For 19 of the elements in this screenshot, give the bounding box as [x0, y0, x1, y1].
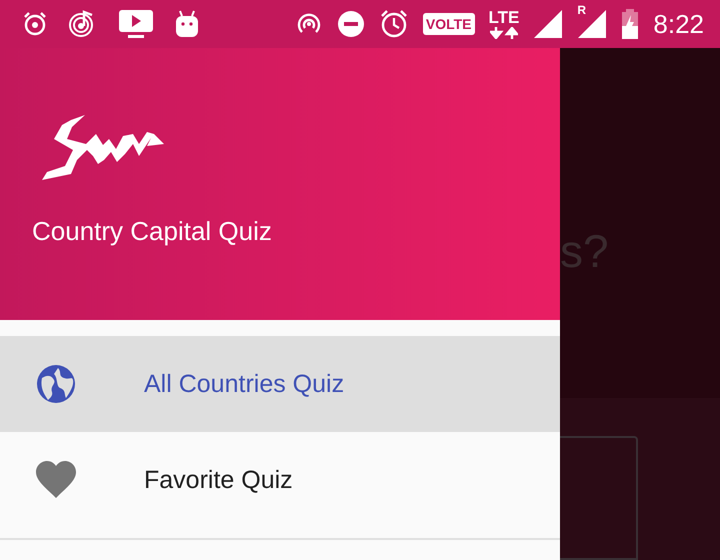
logo-icon: [41, 114, 165, 182]
answer-option[interactable]: [560, 436, 638, 560]
clock-time: 8:22: [653, 8, 704, 40]
globe-icon: [36, 364, 76, 404]
roaming-indicator: R: [577, 3, 586, 17]
drawer-menu-item[interactable]: All Countries Quiz: [0, 336, 560, 432]
volte-badge: VOLTE: [422, 13, 475, 35]
do-not-disturb-icon: [336, 10, 365, 38]
drawer-menu-item[interactable]: Favorite Quiz: [0, 432, 560, 528]
android-icon: [174, 10, 200, 38]
tv-play-icon: [118, 9, 154, 39]
battery-charging-icon: [621, 9, 640, 39]
heart-icon: [36, 461, 76, 499]
alarm-clock-icon: [22, 11, 48, 37]
signal-icon: [533, 9, 564, 39]
alarm-clock-icon: [378, 9, 409, 39]
network-type: LTE: [488, 9, 520, 27]
data-arrows-icon: [490, 27, 518, 39]
app-title: Country Capital Quiz: [32, 216, 272, 247]
